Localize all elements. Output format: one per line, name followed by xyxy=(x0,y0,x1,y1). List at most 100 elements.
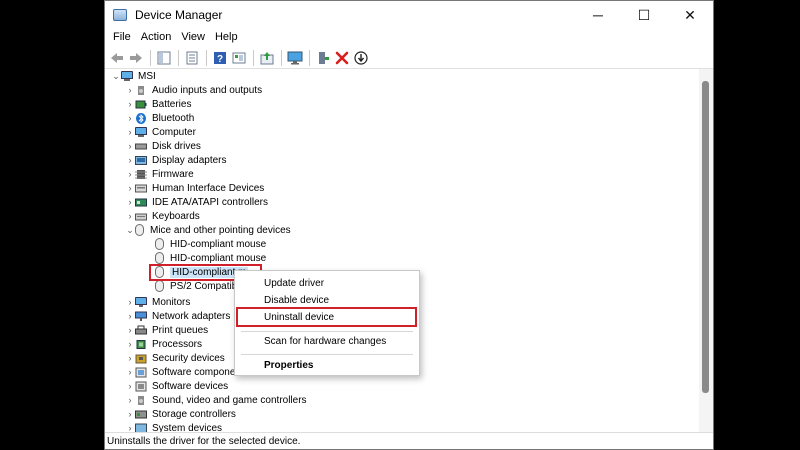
chevron-down-icon[interactable]: ⌄ xyxy=(111,71,121,82)
forward-arrow-icon[interactable] xyxy=(127,49,145,67)
tree-item-computer[interactable]: › Computer xyxy=(125,125,196,139)
chevron-right-icon[interactable]: › xyxy=(125,409,135,419)
chevron-right-icon[interactable]: › xyxy=(125,99,135,109)
tree-item-storage[interactable]: › Storage controllers xyxy=(125,407,236,421)
chevron-right-icon[interactable]: › xyxy=(125,155,135,165)
tree-item-label: Monitors xyxy=(152,296,191,308)
software-device-icon xyxy=(135,381,147,391)
tree-item-audio[interactable]: › Audio inputs and outputs xyxy=(125,83,263,97)
ctx-divider xyxy=(241,354,413,355)
ctx-scan-hardware[interactable]: Scan for hardware changes xyxy=(235,332,419,350)
software-component-icon xyxy=(135,367,147,377)
chevron-right-icon[interactable]: › xyxy=(125,311,135,321)
chevron-right-icon[interactable]: › xyxy=(125,325,135,335)
scrollbar-thumb[interactable] xyxy=(702,81,709,393)
tree-item-label: Software componen xyxy=(152,366,241,378)
computer-icon xyxy=(135,126,147,137)
show-hide-console-tree-icon[interactable] xyxy=(155,49,173,67)
enable-device-icon[interactable] xyxy=(314,49,332,67)
chevron-right-icon[interactable]: › xyxy=(125,381,135,391)
tree-item-security[interactable]: › Security devices xyxy=(125,351,225,365)
properties-icon[interactable] xyxy=(183,49,201,67)
tree-item-bluetooth[interactable]: › Bluetooth xyxy=(125,111,194,125)
tree-child-hid-mouse-2[interactable]: HID-compliant mouse xyxy=(155,251,266,265)
chevron-right-icon[interactable]: › xyxy=(125,141,135,151)
security-device-icon xyxy=(135,354,147,363)
tree-item-network[interactable]: › Network adapters xyxy=(125,309,231,323)
tree-child-hid-mouse-1[interactable]: HID-compliant mouse xyxy=(155,237,266,251)
chevron-right-icon[interactable]: › xyxy=(125,197,135,207)
window-title: Device Manager xyxy=(135,8,223,22)
download-driver-icon[interactable] xyxy=(352,49,370,67)
ctx-properties[interactable]: Properties xyxy=(235,356,419,374)
maximize-button[interactable]: ☐ xyxy=(621,1,667,29)
tree-item-software-components[interactable]: › Software componen xyxy=(125,365,241,379)
chevron-down-icon[interactable]: ⌄ xyxy=(125,225,135,236)
monitor-icon[interactable] xyxy=(286,49,304,67)
tree-item-batteries[interactable]: › Batteries xyxy=(125,97,192,111)
mouse-icon xyxy=(155,238,164,250)
tree-item-hid[interactable]: › Human Interface Devices xyxy=(125,181,265,195)
title-bar: Device Manager ─ ☐ ✕ xyxy=(105,1,713,29)
tree-item-ide[interactable]: › IDE ATA/ATAPI controllers xyxy=(125,195,268,209)
tree-item-label: Human Interface Devices xyxy=(152,182,265,194)
tree-item-monitors[interactable]: › Monitors xyxy=(125,295,190,309)
tree-item-label: Disk drives xyxy=(152,140,201,152)
status-text: Uninstalls the driver for the selected d… xyxy=(107,435,301,447)
chevron-right-icon[interactable]: › xyxy=(125,211,135,221)
network-adapter-icon xyxy=(135,311,147,321)
speaker-icon xyxy=(138,395,144,405)
update-driver-icon[interactable] xyxy=(258,49,276,67)
menu-view[interactable]: View xyxy=(177,31,209,43)
tree-item-label: Keyboards xyxy=(152,210,200,222)
tree-item-disk-drives[interactable]: › Disk drives xyxy=(125,139,201,153)
tree-child-ps2[interactable]: PS/2 Compatible xyxy=(155,279,245,293)
back-arrow-icon[interactable] xyxy=(108,49,126,67)
speaker-icon xyxy=(138,85,144,95)
chevron-right-icon[interactable]: › xyxy=(125,353,135,363)
svg-text:?: ? xyxy=(217,54,223,65)
tree-item-firmware[interactable]: › Firmware xyxy=(125,167,194,181)
tree-item-processors[interactable]: › Processors xyxy=(125,337,203,351)
view-icon[interactable] xyxy=(230,49,248,67)
chevron-right-icon[interactable]: › xyxy=(125,297,135,307)
chevron-right-icon[interactable]: › xyxy=(125,127,135,137)
tree-item-label: Firmware xyxy=(152,168,194,180)
minimize-button[interactable]: ─ xyxy=(575,1,621,29)
mouse-icon xyxy=(155,252,164,264)
mouse-icon xyxy=(135,224,144,236)
processor-icon xyxy=(136,339,146,349)
chevron-right-icon[interactable]: › xyxy=(125,183,135,193)
menu-file[interactable]: File xyxy=(109,31,135,43)
menu-help[interactable]: Help xyxy=(211,31,242,43)
disk-drive-icon xyxy=(135,143,147,149)
tree-root[interactable]: ⌄ MSI xyxy=(111,69,156,83)
tree-item-keyboards[interactable]: › Keyboards xyxy=(125,209,200,223)
tree-item-print-queues[interactable]: › Print queues xyxy=(125,323,209,337)
uninstall-device-icon[interactable] xyxy=(333,49,351,67)
help-icon[interactable]: ? xyxy=(211,49,229,67)
tree-item-sound[interactable]: › Sound, video and game controllers xyxy=(125,393,307,407)
ctx-update-driver[interactable]: Update driver xyxy=(235,274,419,292)
menu-bar: File Action View Help xyxy=(105,29,713,45)
chevron-right-icon[interactable]: › xyxy=(125,395,135,405)
device-tree: ⌄ MSI › Audio inputs and outputs › Batte… xyxy=(105,69,701,433)
chevron-right-icon[interactable]: › xyxy=(125,339,135,349)
chevron-right-icon[interactable]: › xyxy=(125,169,135,179)
menu-action[interactable]: Action xyxy=(137,31,176,43)
close-button[interactable]: ✕ xyxy=(667,1,713,29)
vertical-scrollbar[interactable] xyxy=(699,69,713,433)
toolbar-divider xyxy=(206,49,207,66)
tree-item-mice[interactable]: ⌄ Mice and other pointing devices xyxy=(125,223,291,237)
device-manager-icon xyxy=(113,9,127,21)
tree-item-label: Audio inputs and outputs xyxy=(152,84,263,96)
tree-item-software-devices[interactable]: › Software devices xyxy=(125,379,229,393)
printer-icon xyxy=(135,325,147,334)
tree-item-display-adapters[interactable]: › Display adapters xyxy=(125,153,227,167)
firmware-chip-icon xyxy=(135,169,147,179)
keyboard-icon xyxy=(135,213,147,220)
chevron-right-icon[interactable]: › xyxy=(125,85,135,95)
chevron-right-icon[interactable]: › xyxy=(125,367,135,377)
chevron-right-icon[interactable]: › xyxy=(125,113,135,123)
computer-icon xyxy=(121,70,133,81)
